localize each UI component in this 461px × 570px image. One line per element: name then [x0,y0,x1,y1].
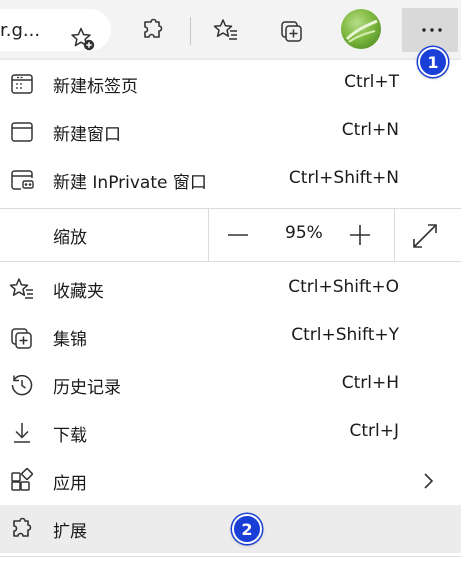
menu-item-apps[interactable]: 应用 [0,457,461,505]
menu-item-shortcut: Ctrl+N [341,120,399,140]
menu-item-label: 集锦 [53,330,87,350]
download-icon [8,419,36,447]
favorites-toolbar-button[interactable] [205,9,247,51]
plus-icon [350,225,370,245]
collections-icon [278,16,306,44]
profile-avatar[interactable] [341,9,381,49]
add-favorite-button[interactable] [62,18,104,60]
new-window-icon [8,118,36,146]
toolbar-separator [190,17,191,45]
zoom-label: 缩放 [53,228,87,248]
menu-item-label: 历史记录 [53,378,121,398]
menu-item-shortcut: Ctrl+H [341,373,399,393]
menu-item-shortcut: Ctrl+Shift+N [288,168,399,188]
chevron-right-icon [418,469,440,493]
puzzle-icon [139,16,167,44]
menu-item-shortcut: Ctrl+Shift+Y [291,325,399,345]
minus-icon [228,234,248,236]
zoom-separator [394,209,395,261]
menu-item-new-tab[interactable]: 新建标签页 Ctrl+T [0,60,461,108]
settings-and-more-button[interactable] [402,8,458,52]
menu-item-history[interactable]: 历史记录 Ctrl+H [0,361,461,409]
menu-item-new-inprivate-window[interactable]: 新建 InPrivate 窗口 Ctrl+Shift+N [0,156,461,204]
menu-item-shortcut: Ctrl+T [344,72,399,92]
menu-item-shortcut: Ctrl+J [349,421,399,441]
favorites-icon [212,16,240,44]
menu-item-favorites[interactable]: 收藏夹 Ctrl+Shift+O [0,265,461,313]
browser-window: r.g... 新建标签页 Ctrl+T 新建窗口 Ctrl+N 新建 InPri… [0,0,461,570]
menu-item-label: 下载 [53,426,87,446]
new-tab-icon [8,70,36,98]
zoom-value: 95% [285,223,323,243]
browser-toolbar: r.g... [0,0,461,60]
menu-item-label: 新建标签页 [53,77,138,97]
menu-item-shortcut: Ctrl+Shift+O [288,277,399,297]
annotation-badge-2: 2 [232,514,262,544]
settings-menu: 新建标签页 Ctrl+T 新建窗口 Ctrl+N 新建 InPrivate 窗口… [0,60,461,570]
menu-item-collections[interactable]: 集锦 Ctrl+Shift+Y [0,313,461,361]
collections-toolbar-button[interactable] [271,9,313,51]
favorites-icon [8,275,36,303]
zoom-row: 缩放 95% [0,209,461,261]
star-add-icon [69,25,97,53]
menu-item-label: 新建窗口 [53,125,121,145]
extensions-icon [8,515,36,543]
zoom-separator [208,209,209,261]
fullscreen-button[interactable] [404,215,448,255]
menu-item-new-window[interactable]: 新建窗口 Ctrl+N [0,108,461,156]
menu-item-label: 新建 InPrivate 窗口 [53,173,207,193]
more-icon [422,28,442,32]
annotation-badge-1: 1 [418,47,448,77]
apps-icon [8,467,36,495]
menu-item-label: 应用 [53,474,87,494]
extensions-toolbar-button[interactable] [132,9,174,51]
inprivate-icon [8,166,36,194]
address-bar[interactable]: r.g... [0,9,111,51]
fullscreen-icon [413,224,437,248]
menu-item-label: 扩展 [53,522,87,542]
history-icon [8,371,36,399]
collections-icon [8,323,36,351]
menu-item-extensions[interactable]: 扩展 [0,505,461,553]
zoom-out-button[interactable] [214,213,262,257]
zoom-in-button[interactable] [336,213,384,257]
address-bar-text: r.g... [0,20,41,41]
menu-item-label: 收藏夹 [53,282,104,302]
menu-divider [0,556,461,557]
menu-item-downloads[interactable]: 下载 Ctrl+J [0,409,461,457]
menu-divider [0,261,461,262]
